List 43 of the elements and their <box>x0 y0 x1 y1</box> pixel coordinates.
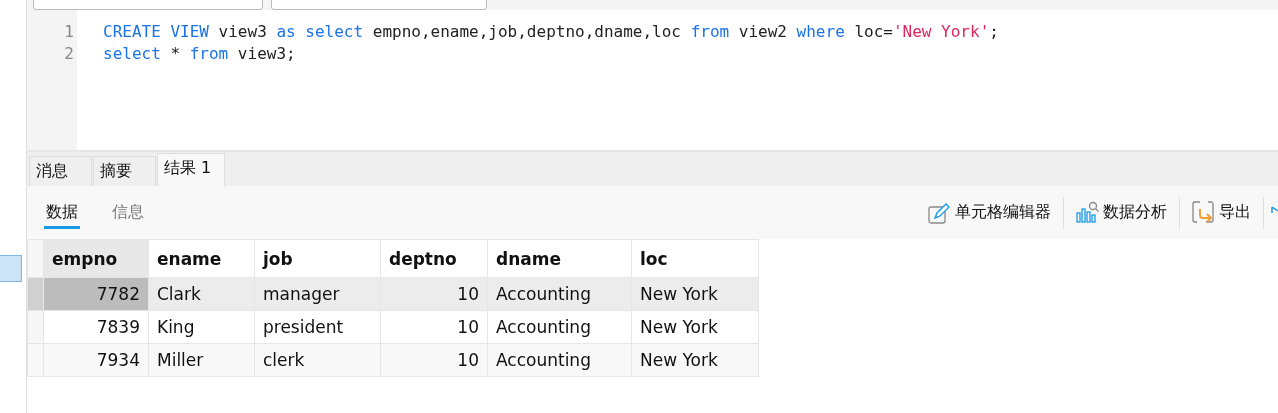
export-arrow-icon <box>1192 201 1216 224</box>
table-cell: 10 <box>380 277 488 311</box>
column-header[interactable]: ename <box>148 239 255 278</box>
table-cell: New York <box>631 277 759 311</box>
bar-chart-icon <box>1076 201 1100 224</box>
column-header[interactable]: dname <box>487 239 632 278</box>
column-header[interactable]: deptno <box>380 239 488 278</box>
table-cell: Clark <box>148 277 255 311</box>
toolbar-button[interactable]: 数据分析 <box>1068 201 1175 224</box>
column-header[interactable]: job <box>254 239 381 278</box>
table-cell: Accounting <box>487 277 632 311</box>
toolbar-button[interactable]: 导出 <box>1184 201 1259 224</box>
table-cell: clerk <box>254 343 381 377</box>
selected-item-marker <box>0 255 22 282</box>
row-header[interactable] <box>27 310 44 344</box>
table-cell: Accounting <box>487 310 632 344</box>
result-tab[interactable]: 结果 1 <box>157 153 225 186</box>
table-cell: 7782 <box>43 277 149 311</box>
code-line: CREATE VIEW view3 as select empno,ename,job,deptno,dname,loc from view2 where loc='New York'; <box>103 22 1000 43</box>
table-cell: King <box>148 310 255 344</box>
row-header[interactable] <box>27 343 44 377</box>
sub-tab[interactable]: 信息 <box>110 196 146 229</box>
line-number: 2 <box>63 44 75 65</box>
table-cell: Accounting <box>487 343 632 377</box>
line-number: 1 <box>63 22 75 43</box>
column-header[interactable]: loc <box>631 239 759 278</box>
table-cell: New York <box>631 310 759 344</box>
row-header[interactable] <box>27 277 44 311</box>
table-cell: 10 <box>380 343 488 377</box>
result-tab[interactable]: 消息 <box>29 156 92 186</box>
code-line: select * from view3; <box>103 44 297 65</box>
table-cell: Miller <box>148 343 255 377</box>
toolbar-button[interactable]: 单元格编辑器 <box>920 201 1059 224</box>
table-cell: New York <box>631 343 759 377</box>
table-cell: 7839 <box>43 310 149 344</box>
column-header[interactable]: empno <box>43 239 149 278</box>
sub-tab[interactable]: 数据 <box>44 196 80 229</box>
table-cell: 7934 <box>43 343 149 377</box>
table-cell: 10 <box>380 310 488 344</box>
table-cell: manager <box>254 277 381 311</box>
result-tab[interactable]: 摘要 <box>93 156 156 186</box>
table-cell: president <box>254 310 381 344</box>
pencil-icon <box>928 201 952 224</box>
